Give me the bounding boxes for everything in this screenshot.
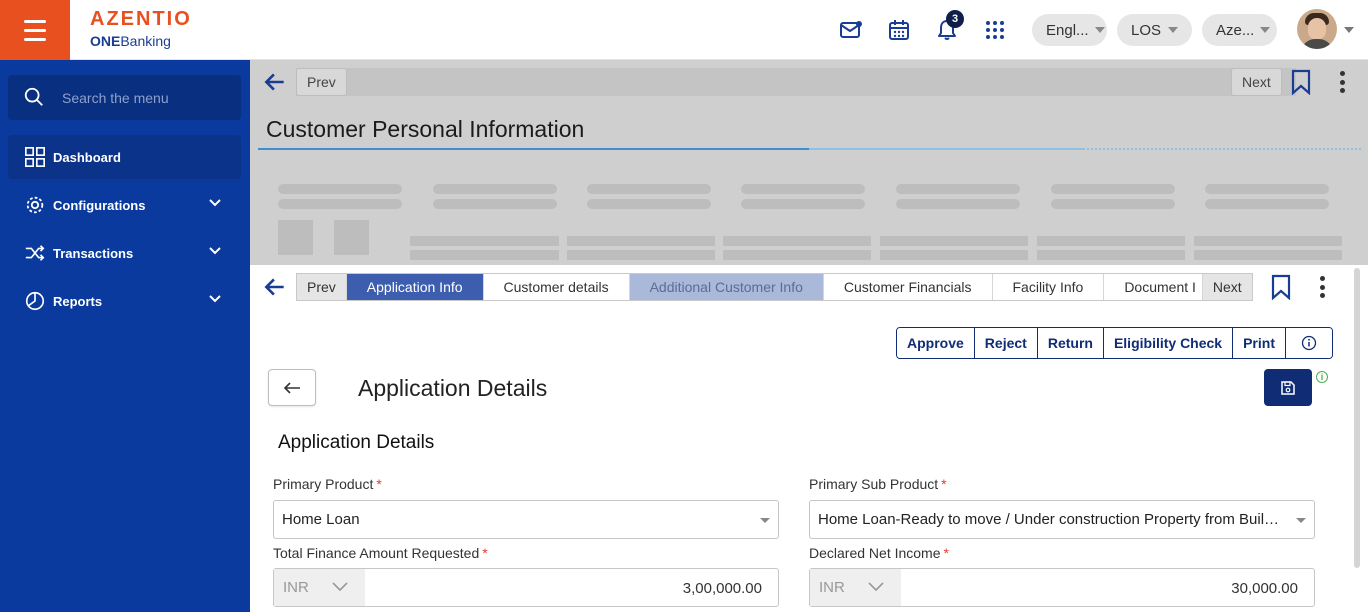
apps-grid-icon[interactable] xyxy=(983,18,1007,42)
primary-product-value: Home Loan xyxy=(282,511,360,528)
mail-icon[interactable] xyxy=(839,18,863,42)
currency-value: INR xyxy=(819,579,845,596)
outer-tab-strip xyxy=(296,68,1296,96)
primary-sub-product-select[interactable]: Home Loan-Ready to move / Under construc… xyxy=(809,500,1315,539)
section-title: Application Details xyxy=(278,432,435,453)
outer-next-button[interactable]: Next xyxy=(1231,68,1282,96)
gear-icon xyxy=(23,193,47,217)
dashboard-grid-icon xyxy=(23,145,47,169)
dropdown-caret-icon xyxy=(760,518,770,523)
application-tabs: Prev Application Info Customer details A… xyxy=(296,273,1253,301)
reject-button[interactable]: Reject xyxy=(974,328,1038,358)
chevron-down-icon[interactable] xyxy=(1344,27,1354,33)
back-arrow-icon[interactable] xyxy=(262,274,288,300)
tabs-next-button[interactable]: Next xyxy=(1202,274,1252,300)
currency-select[interactable]: INR xyxy=(274,569,365,606)
tab-customer-financials[interactable]: Customer Financials xyxy=(824,274,993,300)
page-title: Application Details xyxy=(358,375,548,401)
chevron-down-icon xyxy=(868,582,884,592)
pie-chart-icon xyxy=(23,289,47,313)
search-icon xyxy=(24,87,43,106)
finance-amount-field[interactable]: INR 3,00,000.00 xyxy=(273,568,779,607)
page-back-button[interactable] xyxy=(268,369,316,406)
approve-button[interactable]: Approve xyxy=(897,328,975,358)
entity-value: Aze... xyxy=(1216,21,1255,39)
menu-search xyxy=(8,75,241,120)
tabs-prev-button[interactable]: Prev xyxy=(297,274,347,300)
info-icon xyxy=(1301,335,1317,351)
bookmark-icon[interactable] xyxy=(1290,69,1312,95)
user-avatar[interactable] xyxy=(1297,9,1337,49)
more-options-icon[interactable] xyxy=(1320,276,1326,298)
customer-info-background: Prev Next Customer Personal Information xyxy=(250,60,1368,265)
sidebar-item-label: Reports xyxy=(53,293,103,309)
currency-value: INR xyxy=(283,579,309,596)
save-button[interactable] xyxy=(1264,369,1312,406)
dropdown-caret-icon xyxy=(1296,518,1306,523)
primary-sub-product-label: Primary Sub Product * xyxy=(809,476,947,492)
primary-product-label: Primary Product * xyxy=(273,476,382,492)
tab-customer-details[interactable]: Customer details xyxy=(484,274,630,300)
module-select[interactable]: LOS xyxy=(1117,14,1192,46)
sidebar-item-transactions[interactable]: Transactions xyxy=(8,231,241,275)
bookmark-icon[interactable] xyxy=(1270,274,1292,300)
shuffle-icon xyxy=(23,241,47,265)
back-arrow-icon[interactable] xyxy=(262,69,288,95)
language-value: Engl... xyxy=(1046,21,1089,39)
chevron-down-icon xyxy=(1094,27,1105,33)
main-content: Prev Next Customer Personal Information xyxy=(250,60,1368,612)
chevron-down-icon xyxy=(209,295,221,303)
chevron-down-icon xyxy=(1260,27,1271,33)
brand-tagline: ONEBanking xyxy=(90,33,171,49)
more-options-icon[interactable] xyxy=(1340,71,1346,93)
chevron-down-icon xyxy=(332,582,348,592)
tab-document-info[interactable]: Document I xyxy=(1104,274,1203,300)
chevron-down-icon xyxy=(209,199,221,207)
top-header: AZENTIO ONEBanking 3 Engl... LOS Aze... xyxy=(0,0,1368,60)
print-button[interactable]: Print xyxy=(1233,328,1286,358)
outer-prev-button[interactable]: Prev xyxy=(296,68,347,96)
loading-skeleton xyxy=(278,184,402,194)
currency-select[interactable]: INR xyxy=(810,569,901,606)
sidebar: Dashboard Configurations Transactions Re… xyxy=(0,60,250,612)
language-select[interactable]: Engl... xyxy=(1032,14,1107,46)
status-indicator-icon: i xyxy=(1316,371,1328,383)
save-icon xyxy=(1281,380,1295,395)
sidebar-item-label: Transactions xyxy=(53,245,134,261)
sidebar-item-dashboard[interactable]: Dashboard xyxy=(8,135,241,179)
entity-select[interactable]: Aze... xyxy=(1202,14,1277,46)
sidebar-item-configurations[interactable]: Configurations xyxy=(8,183,241,227)
page-scrollbar[interactable] xyxy=(1354,268,1360,568)
progress-bar xyxy=(258,148,809,150)
chevron-down-icon xyxy=(1168,27,1178,33)
tab-facility-info[interactable]: Facility Info xyxy=(993,274,1105,300)
sidebar-item-reports[interactable]: Reports xyxy=(8,279,241,323)
notification-count-badge: 3 xyxy=(946,10,964,28)
primary-product-select[interactable]: Home Loan xyxy=(273,500,779,539)
action-button-group: Approve Reject Return Eligibility Check … xyxy=(896,327,1333,359)
hamburger-icon xyxy=(24,17,46,44)
net-income-field[interactable]: INR 30,000.00 xyxy=(809,568,1315,607)
module-value: LOS xyxy=(1131,21,1162,39)
chevron-down-icon xyxy=(209,247,221,255)
net-income-value: 30,000.00 xyxy=(1231,580,1298,597)
brand-logo: AZENTIO ONEBanking xyxy=(90,8,192,49)
hamburger-menu-button[interactable] xyxy=(0,0,70,60)
calendar-icon[interactable] xyxy=(887,18,911,42)
primary-sub-product-value: Home Loan-Ready to move / Under construc… xyxy=(818,511,1282,528)
net-income-label: Declared Net Income * xyxy=(809,545,949,561)
menu-search-input[interactable] xyxy=(62,87,232,109)
sidebar-item-label: Dashboard xyxy=(53,149,121,165)
sidebar-item-label: Configurations xyxy=(53,197,146,213)
finance-amount-value: 3,00,000.00 xyxy=(682,580,762,597)
finance-amount-label: Total Finance Amount Requested * xyxy=(273,545,488,561)
info-button[interactable] xyxy=(1285,328,1332,358)
customer-info-title: Customer Personal Information xyxy=(266,116,585,142)
eligibility-check-button[interactable]: Eligibility Check xyxy=(1103,328,1234,358)
back-arrow-icon xyxy=(283,381,300,394)
return-button[interactable]: Return xyxy=(1037,328,1104,358)
brand-name: AZENTIO xyxy=(90,8,192,30)
tab-application-info[interactable]: Application Info xyxy=(346,274,484,300)
tab-additional-customer-info[interactable]: Additional Customer Info xyxy=(629,274,824,300)
